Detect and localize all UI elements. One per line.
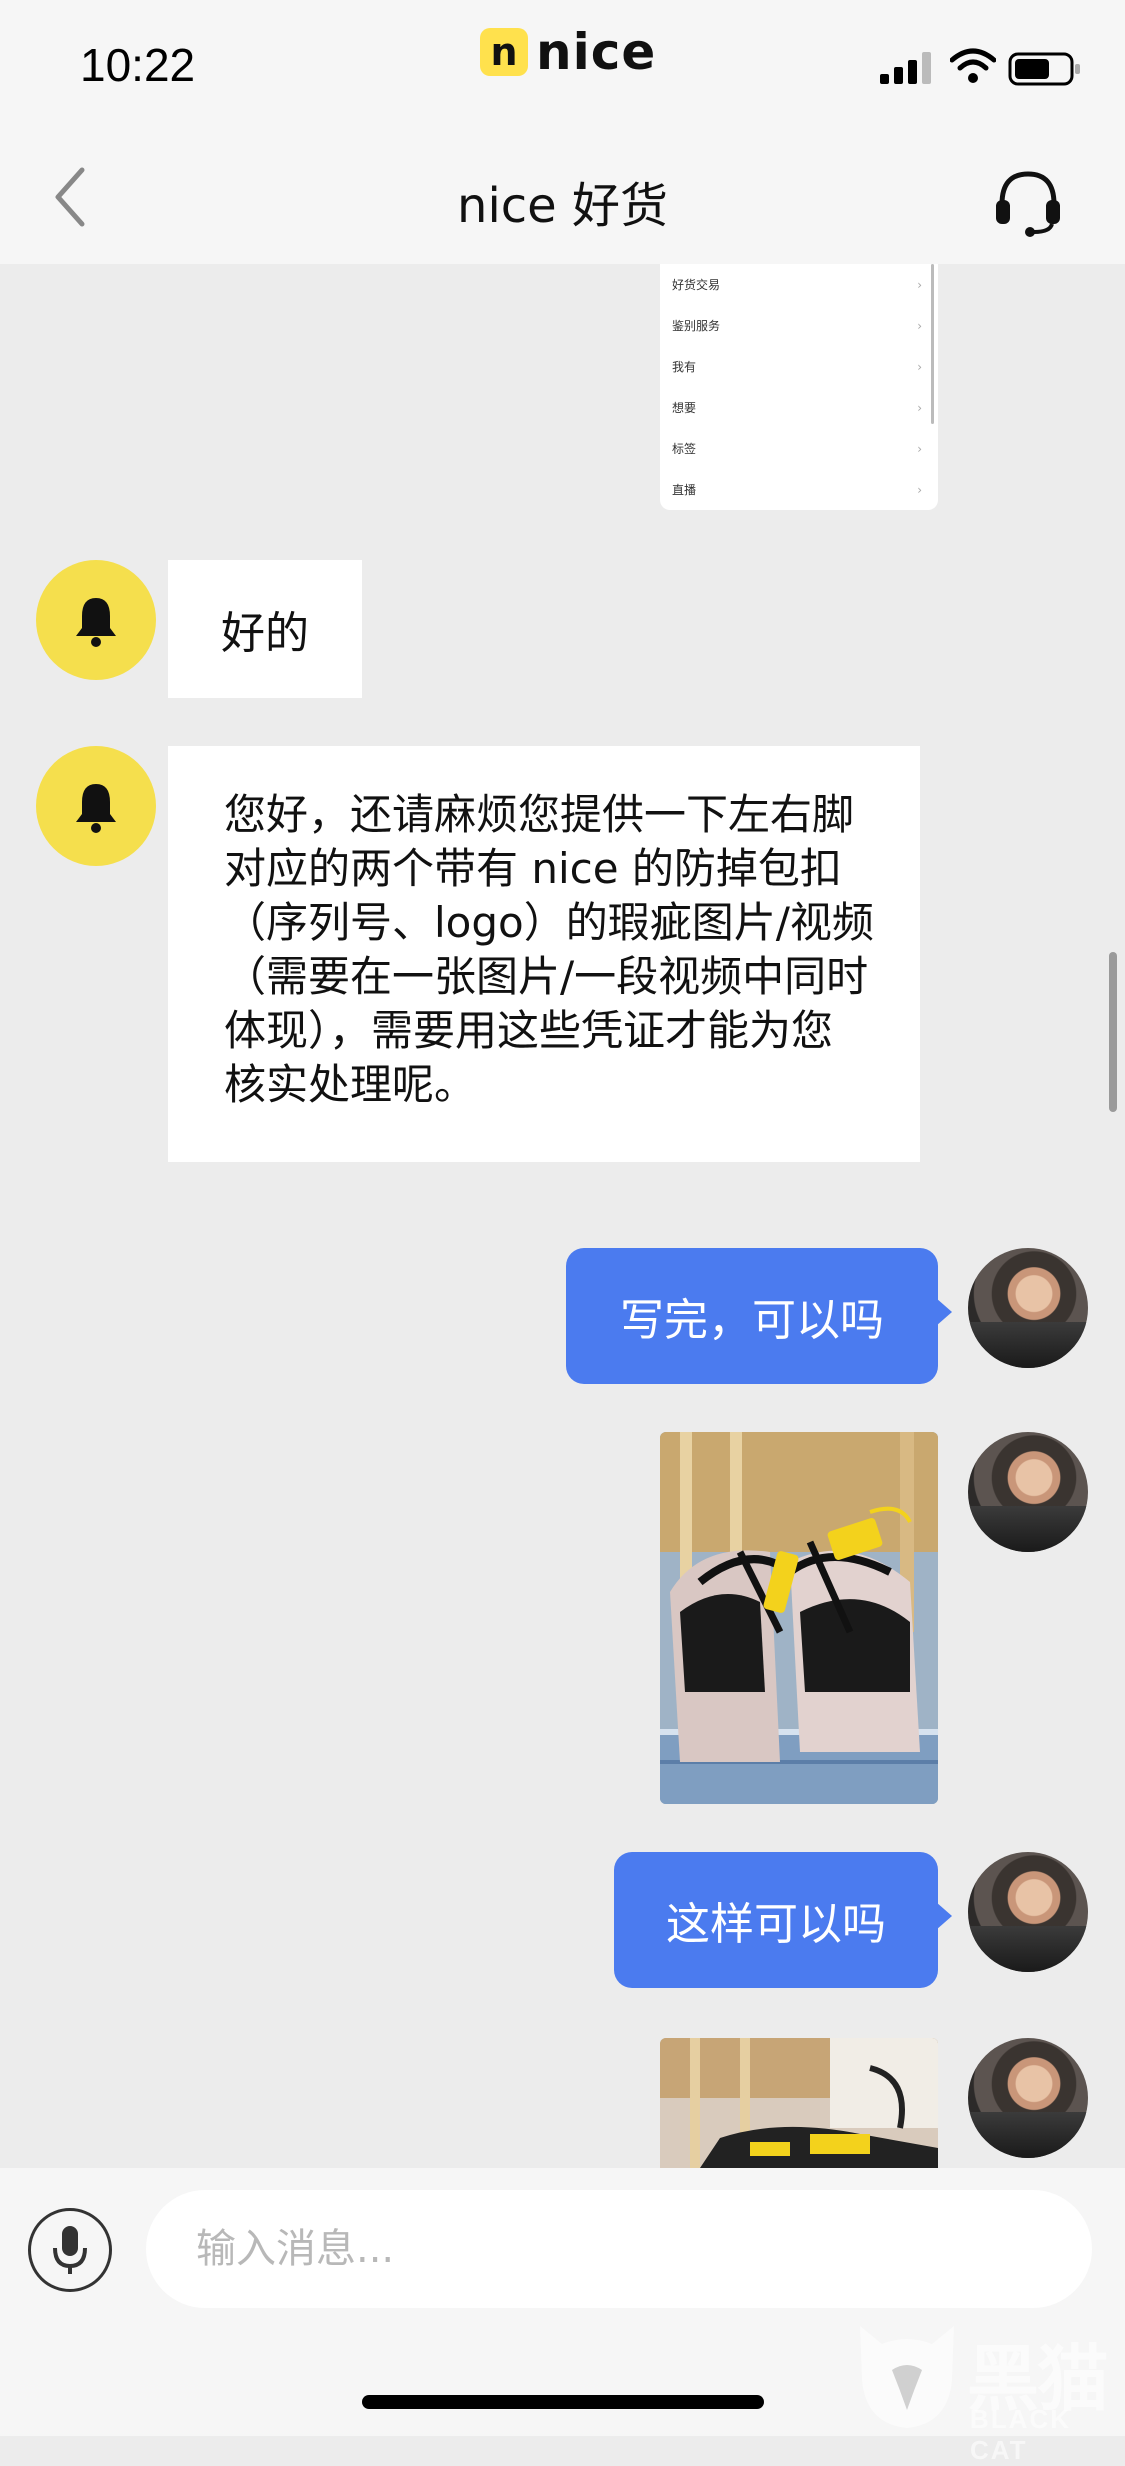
bot-avatar[interactable] [36, 746, 156, 866]
watermark: 黑猫 BLACK CAT [852, 2320, 1120, 2465]
watermark-subtext: BLACK CAT [970, 2404, 1071, 2465]
user-avatar[interactable] [968, 1852, 1088, 1972]
outgoing-message: 写完，可以吗 [566, 1248, 952, 1384]
wifi-icon [950, 48, 996, 83]
chevron-right-icon: › [917, 400, 922, 415]
brand-logo: n nice [480, 22, 656, 82]
voice-input-button[interactable] [28, 2208, 112, 2292]
scrollbar[interactable] [1109, 952, 1117, 1112]
bell-icon [76, 784, 116, 833]
battery-icon [1008, 52, 1080, 86]
screenshot-image-message[interactable]: 好货交易 › 鉴别服务 › 我有 › 想要 › 标签 › 直播 › [660, 264, 938, 510]
outgoing-message: 这样可以吗 [614, 1852, 952, 1988]
brand-mark: n [480, 28, 528, 76]
status-bar: 10:22 n nice [0, 0, 1125, 132]
page-title: nice 好货 [457, 178, 668, 234]
incoming-message: 您好，还请麻烦您提供一下左右脚对应的两个带有 nice 的防掉包扣（序列号、lo… [168, 746, 920, 1162]
menu-shot-item: 好货交易 › [672, 277, 922, 293]
chevron-right-icon: › [917, 441, 922, 456]
chevron-right-icon: › [917, 359, 922, 374]
home-indicator[interactable] [362, 2395, 764, 2409]
sneaker-photo-message[interactable] [660, 2038, 938, 2168]
customer-service-button[interactable] [992, 166, 1064, 238]
scrollbar [931, 264, 934, 424]
user-avatar[interactable] [968, 2038, 1088, 2158]
incoming-message: 好的 [168, 560, 362, 698]
menu-shot-item: 鉴别服务 › [672, 318, 922, 334]
headset-icon [996, 171, 1060, 237]
microphone-icon [53, 2226, 87, 2274]
black-cat-logo [860, 2326, 954, 2428]
status-time: 10:22 [80, 39, 196, 91]
chat-area[interactable]: 好货交易 › 鉴别服务 › 我有 › 想要 › 标签 › 直播 › 好的 您好，还请麻烦您提… [0, 264, 1125, 2168]
menu-shot-item: 标签 › [672, 441, 922, 457]
menu-shot-item: 我有 › [672, 359, 922, 375]
sneaker-photo-message[interactable] [660, 1432, 938, 1804]
brand-word: nice [536, 23, 657, 81]
nav-bar: nice 好货 [0, 132, 1125, 264]
signal-icon [880, 52, 931, 84]
sneaker-photo [660, 2038, 938, 2168]
message-input[interactable] [146, 2190, 1092, 2308]
chevron-right-icon: › [917, 277, 922, 292]
sneaker-photo [660, 1432, 938, 1804]
menu-shot-item: 想要 › [672, 400, 922, 416]
menu-shot-item: 直播 › [672, 482, 922, 498]
chevron-right-icon: › [917, 318, 922, 333]
bot-avatar[interactable] [36, 560, 156, 680]
chevron-right-icon: › [917, 482, 922, 497]
user-avatar[interactable] [968, 1432, 1088, 1552]
bell-icon [76, 598, 116, 647]
user-avatar[interactable] [968, 1248, 1088, 1368]
